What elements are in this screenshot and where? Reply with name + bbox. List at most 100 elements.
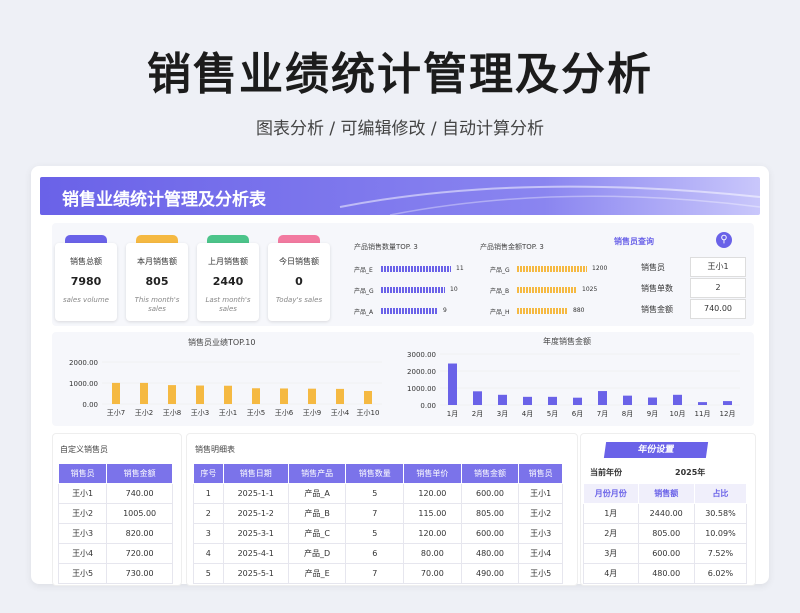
x-tick-label: 9月 [647, 410, 658, 418]
table-cell[interactable]: 2025-4-1 [222, 543, 289, 564]
x-tick-label: 2月 [472, 410, 483, 418]
table-cell[interactable]: 480.00 [637, 563, 695, 584]
table-cell[interactable]: 600.00 [460, 523, 520, 544]
table-cell[interactable]: 70.00 [403, 563, 462, 584]
y-tick-label: 0.00 [420, 402, 436, 410]
table-cell[interactable]: 5 [345, 483, 405, 504]
table-cell[interactable]: 30.58% [693, 503, 748, 524]
table-cell[interactable]: 王小5 [518, 563, 563, 584]
table-cell[interactable]: 2440.00 [637, 503, 695, 524]
table-cell[interactable]: 490.00 [460, 563, 520, 584]
annual-bar-chart: 3000.00 2000.00 1000.00 0.00 1月 2月 3月 4月 5月 6月 7月 8… [407, 351, 740, 418]
table-cell[interactable]: 1005.00 [106, 503, 173, 524]
table-cell[interactable]: 120.00 [403, 483, 462, 504]
table-cell[interactable]: 7 [345, 563, 405, 584]
table-row: 4月 480.00 6.02% [583, 563, 748, 584]
query-field-label: 销售单数 [641, 284, 673, 293]
table-cell[interactable]: 4月 [583, 563, 639, 584]
kpi-sub: This month's sales [134, 296, 180, 313]
bar [252, 388, 260, 404]
year-setting-tab[interactable]: 年份设置 [603, 442, 709, 458]
table-cell[interactable]: 王小2 [518, 503, 563, 524]
top3-item-value: 1025 [582, 286, 598, 293]
table-cell[interactable]: 480.00 [460, 543, 520, 564]
table-cell[interactable]: 5 [345, 523, 405, 544]
bar [308, 388, 316, 404]
top3-bar [517, 308, 568, 314]
table-cell[interactable]: 2025-3-1 [222, 523, 289, 544]
table-cell[interactable]: 120.00 [403, 523, 462, 544]
table-cell[interactable]: 王小2 [57, 503, 108, 524]
query-title: 销售员查询 [614, 237, 654, 246]
table-cell[interactable]: 10.09% [693, 523, 748, 544]
column-header: 销售员 [518, 463, 563, 484]
table-cell[interactable]: 115.00 [403, 503, 462, 524]
query-field-value[interactable]: 王小1 [690, 257, 746, 277]
table-cell[interactable]: 王小1 [518, 483, 563, 504]
top3-bar [517, 266, 587, 272]
table-cell[interactable]: 1月 [583, 503, 639, 524]
table-cell[interactable]: 80.00 [403, 543, 462, 564]
table-cell[interactable]: 7 [345, 503, 405, 524]
current-year-value[interactable]: 2025年 [675, 467, 705, 478]
search-icon[interactable]: ⚲ [716, 232, 732, 248]
table-cell[interactable]: 600.00 [460, 483, 520, 504]
x-tick-label: 王小10 [357, 408, 380, 417]
table-row: 2 2025-1-2 产品_B 7 115.00 805.00 王小2 [193, 503, 563, 524]
kpi-value: 2440 [212, 275, 244, 288]
y-tick-label: 2000.00 [69, 359, 98, 367]
table-cell[interactable]: 3月 [583, 543, 639, 564]
table-row: 王小3 820.00 [57, 523, 173, 544]
table-cell[interactable]: 2025-5-1 [222, 563, 289, 584]
table-cell[interactable]: 产品_D [287, 543, 347, 564]
table-cell[interactable]: 730.00 [106, 563, 173, 584]
query-field-label: 销售员 [641, 263, 665, 272]
column-header: 销售数量 [345, 463, 405, 484]
table-cell[interactable]: 740.00 [106, 483, 173, 504]
current-year-label: 当前年份 [590, 468, 622, 477]
table-cell[interactable]: 4 [193, 543, 224, 564]
x-tick-label: 1月 [447, 410, 458, 418]
table-cell[interactable]: 王小5 [57, 563, 108, 584]
table-cell[interactable]: 2月 [583, 523, 639, 544]
table-cell[interactable]: 王小3 [518, 523, 563, 544]
table-cell[interactable]: 2 [193, 503, 224, 524]
x-tick-label: 11月 [695, 410, 711, 418]
top3-item-label: 产品_E [354, 267, 373, 274]
table-cell[interactable]: 产品_C [287, 523, 347, 544]
kpi-label: 上月销售额 [208, 257, 248, 266]
bar [673, 394, 682, 405]
top3-item-value: 1200 [592, 265, 608, 272]
kpi-label: 今日销售额 [279, 257, 319, 266]
table-cell[interactable]: 产品_A [287, 483, 347, 504]
top-qty-title: 产品销售数量TOP. 3 [354, 243, 418, 251]
bar [573, 397, 582, 405]
table-cell[interactable]: 王小4 [57, 543, 108, 564]
table-cell[interactable]: 6.02% [693, 563, 748, 584]
kpi-value: 805 [145, 275, 169, 288]
table-cell[interactable]: 720.00 [106, 543, 173, 564]
table-cell[interactable]: 产品_B [287, 503, 347, 524]
table-cell[interactable]: 820.00 [106, 523, 173, 544]
table-cell[interactable]: 产品_E [287, 563, 347, 584]
table-cell[interactable]: 2025-1-2 [222, 503, 289, 524]
top3-item-value: 880 [573, 307, 585, 314]
table-cell[interactable]: 7.52% [693, 543, 748, 564]
table-cell[interactable]: 2025-1-1 [222, 483, 289, 504]
table-row: 王小1 740.00 [57, 483, 173, 504]
poster-title: 销售业绩统计管理及分析 [147, 49, 653, 100]
x-tick-label: 王小1 [219, 408, 237, 417]
table-cell[interactable]: 805.00 [460, 503, 520, 524]
table-cell[interactable]: 1 [193, 483, 224, 504]
table-cell[interactable]: 3 [193, 523, 224, 544]
bar [523, 396, 532, 405]
table-cell[interactable]: 王小1 [57, 483, 108, 504]
table-cell[interactable]: 805.00 [637, 523, 695, 544]
table-row: 王小2 1005.00 [57, 503, 173, 524]
top3-item-label: 产品_G [354, 288, 374, 295]
table-cell[interactable]: 6 [345, 543, 405, 564]
table-cell[interactable]: 王小3 [57, 523, 108, 544]
table-cell[interactable]: 600.00 [637, 543, 695, 564]
table-cell[interactable]: 5 [193, 563, 224, 584]
table-cell[interactable]: 王小4 [518, 543, 563, 564]
